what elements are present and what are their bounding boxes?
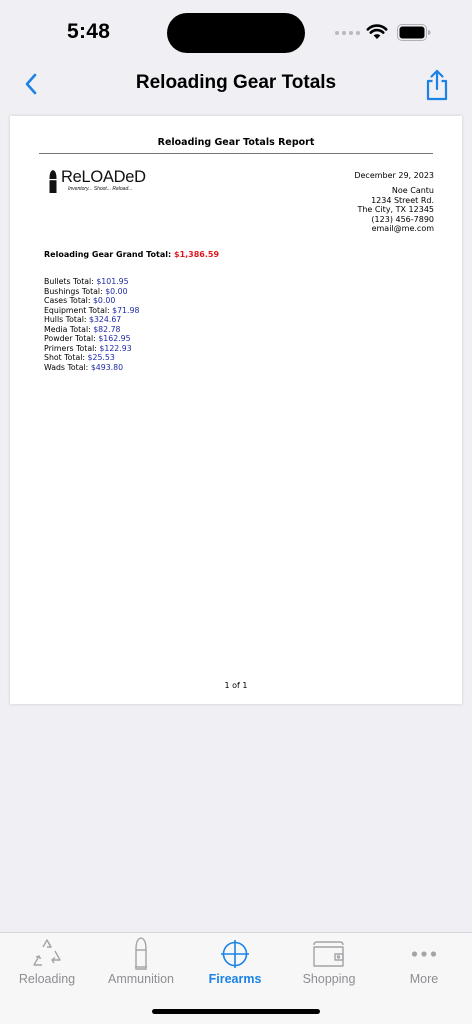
- total-label: Wads Total:: [44, 362, 89, 372]
- total-label: Hulls Total:: [44, 315, 87, 324]
- tab-label: More: [409, 972, 439, 986]
- grand-total-label: Reloading Gear Grand Total:: [44, 250, 172, 259]
- logo-name: ReLOADeD: [61, 168, 146, 186]
- cartridge-icon: [135, 937, 147, 970]
- list-item: Bushings Total: $0.00: [44, 287, 139, 297]
- title-divider: [39, 153, 433, 154]
- wifi-icon: [366, 24, 388, 39]
- page-indicator: 1 of 1: [224, 681, 248, 690]
- total-label: Powder Total:: [44, 334, 96, 343]
- total-value: $122.93: [99, 343, 132, 353]
- total-label: Bullets Total:: [44, 277, 94, 286]
- total-value: $324.67: [89, 315, 122, 324]
- tab-ammunition[interactable]: Ammunition: [101, 933, 181, 993]
- tab-label: Firearms: [208, 972, 262, 986]
- total-label: Media Total:: [44, 324, 91, 334]
- tab-firearms[interactable]: Firearms: [195, 933, 275, 993]
- tab-label: Reloading: [18, 972, 76, 986]
- total-value: $101.95: [96, 277, 129, 286]
- tab-label: Shopping: [302, 972, 356, 986]
- address-street: 1234 Street Rd.: [371, 195, 434, 205]
- total-value: $71.98: [112, 305, 140, 315]
- total-value: $82.78: [93, 324, 121, 334]
- list-item: Cases Total: $0.00: [44, 296, 139, 306]
- tab-more[interactable]: More: [384, 933, 464, 993]
- back-button[interactable]: [20, 70, 44, 98]
- bullet-icon: [49, 170, 57, 193]
- report-title: Reloading Gear Totals Report: [157, 137, 315, 148]
- total-label: Primers Total:: [44, 343, 97, 353]
- dynamic-island: [167, 13, 305, 53]
- ellipsis-icon: [411, 951, 437, 957]
- total-value: $0.00: [105, 286, 128, 296]
- total-value: $25.53: [87, 353, 115, 362]
- page-title: Reloading Gear Totals: [135, 72, 337, 93]
- totals-list: Bullets Total: $101.95 Bushings Total: $…: [44, 277, 139, 372]
- list-item: Primers Total: $122.93: [44, 344, 139, 354]
- crosshair-icon: [221, 940, 249, 968]
- report-date: December 29, 2023: [354, 171, 434, 180]
- share-button[interactable]: [423, 68, 451, 102]
- report-page: Reloading Gear Totals Report ReLOADeD In…: [10, 116, 462, 704]
- list-item: Bullets Total: $101.95: [44, 277, 139, 287]
- list-item: Wads Total: $493.80: [44, 363, 139, 373]
- address-email: email@me.com: [371, 224, 434, 234]
- cellular-signal-icon: [335, 31, 360, 35]
- tab-reloading[interactable]: Reloading: [7, 933, 87, 993]
- address-name: Noe Cantu: [391, 186, 434, 195]
- reloaded-logo: ReLOADeD Inventory... Shoot... Reload...: [48, 168, 158, 196]
- grand-total: Reloading Gear Grand Total: $1,386.59: [44, 250, 219, 259]
- grand-total-value: $1,386.59: [174, 250, 220, 259]
- total-label: Cases Total:: [44, 296, 91, 305]
- total-value: $162.95: [98, 334, 131, 343]
- status-time: 5:48: [67, 20, 111, 43]
- total-label: Equipment Total:: [44, 305, 110, 315]
- tab-shopping[interactable]: Shopping: [289, 933, 369, 993]
- address-block: Noe Cantu 1234 Street Rd. The City, TX 1…: [357, 186, 434, 234]
- list-item: Powder Total: $162.95: [44, 334, 139, 344]
- wallet-icon: [313, 941, 344, 967]
- address-phone: (123) 456-7890: [371, 214, 434, 224]
- total-label: Bushings Total:: [44, 286, 103, 296]
- total-value: $0.00: [92, 296, 116, 305]
- recycle-icon: [33, 939, 61, 966]
- status-bar: 5:48: [0, 0, 472, 64]
- total-label: Shot Total:: [44, 353, 86, 362]
- address-city: The City, TX 12345: [357, 205, 434, 215]
- home-indicator[interactable]: [152, 1009, 320, 1014]
- list-item: Hulls Total: $324.67: [44, 315, 139, 325]
- navigation-bar: Reloading Gear Totals: [0, 64, 472, 104]
- tab-label: Ammunition: [108, 972, 174, 986]
- list-item: Media Total: $82.78: [44, 325, 139, 335]
- total-value: $493.80: [90, 362, 124, 372]
- list-item: Equipment Total: $71.98: [44, 306, 139, 316]
- logo-tagline: Inventory... Shoot... Reload...: [68, 186, 133, 192]
- list-item: Shot Total: $25.53: [44, 353, 139, 363]
- battery-icon: [397, 24, 431, 41]
